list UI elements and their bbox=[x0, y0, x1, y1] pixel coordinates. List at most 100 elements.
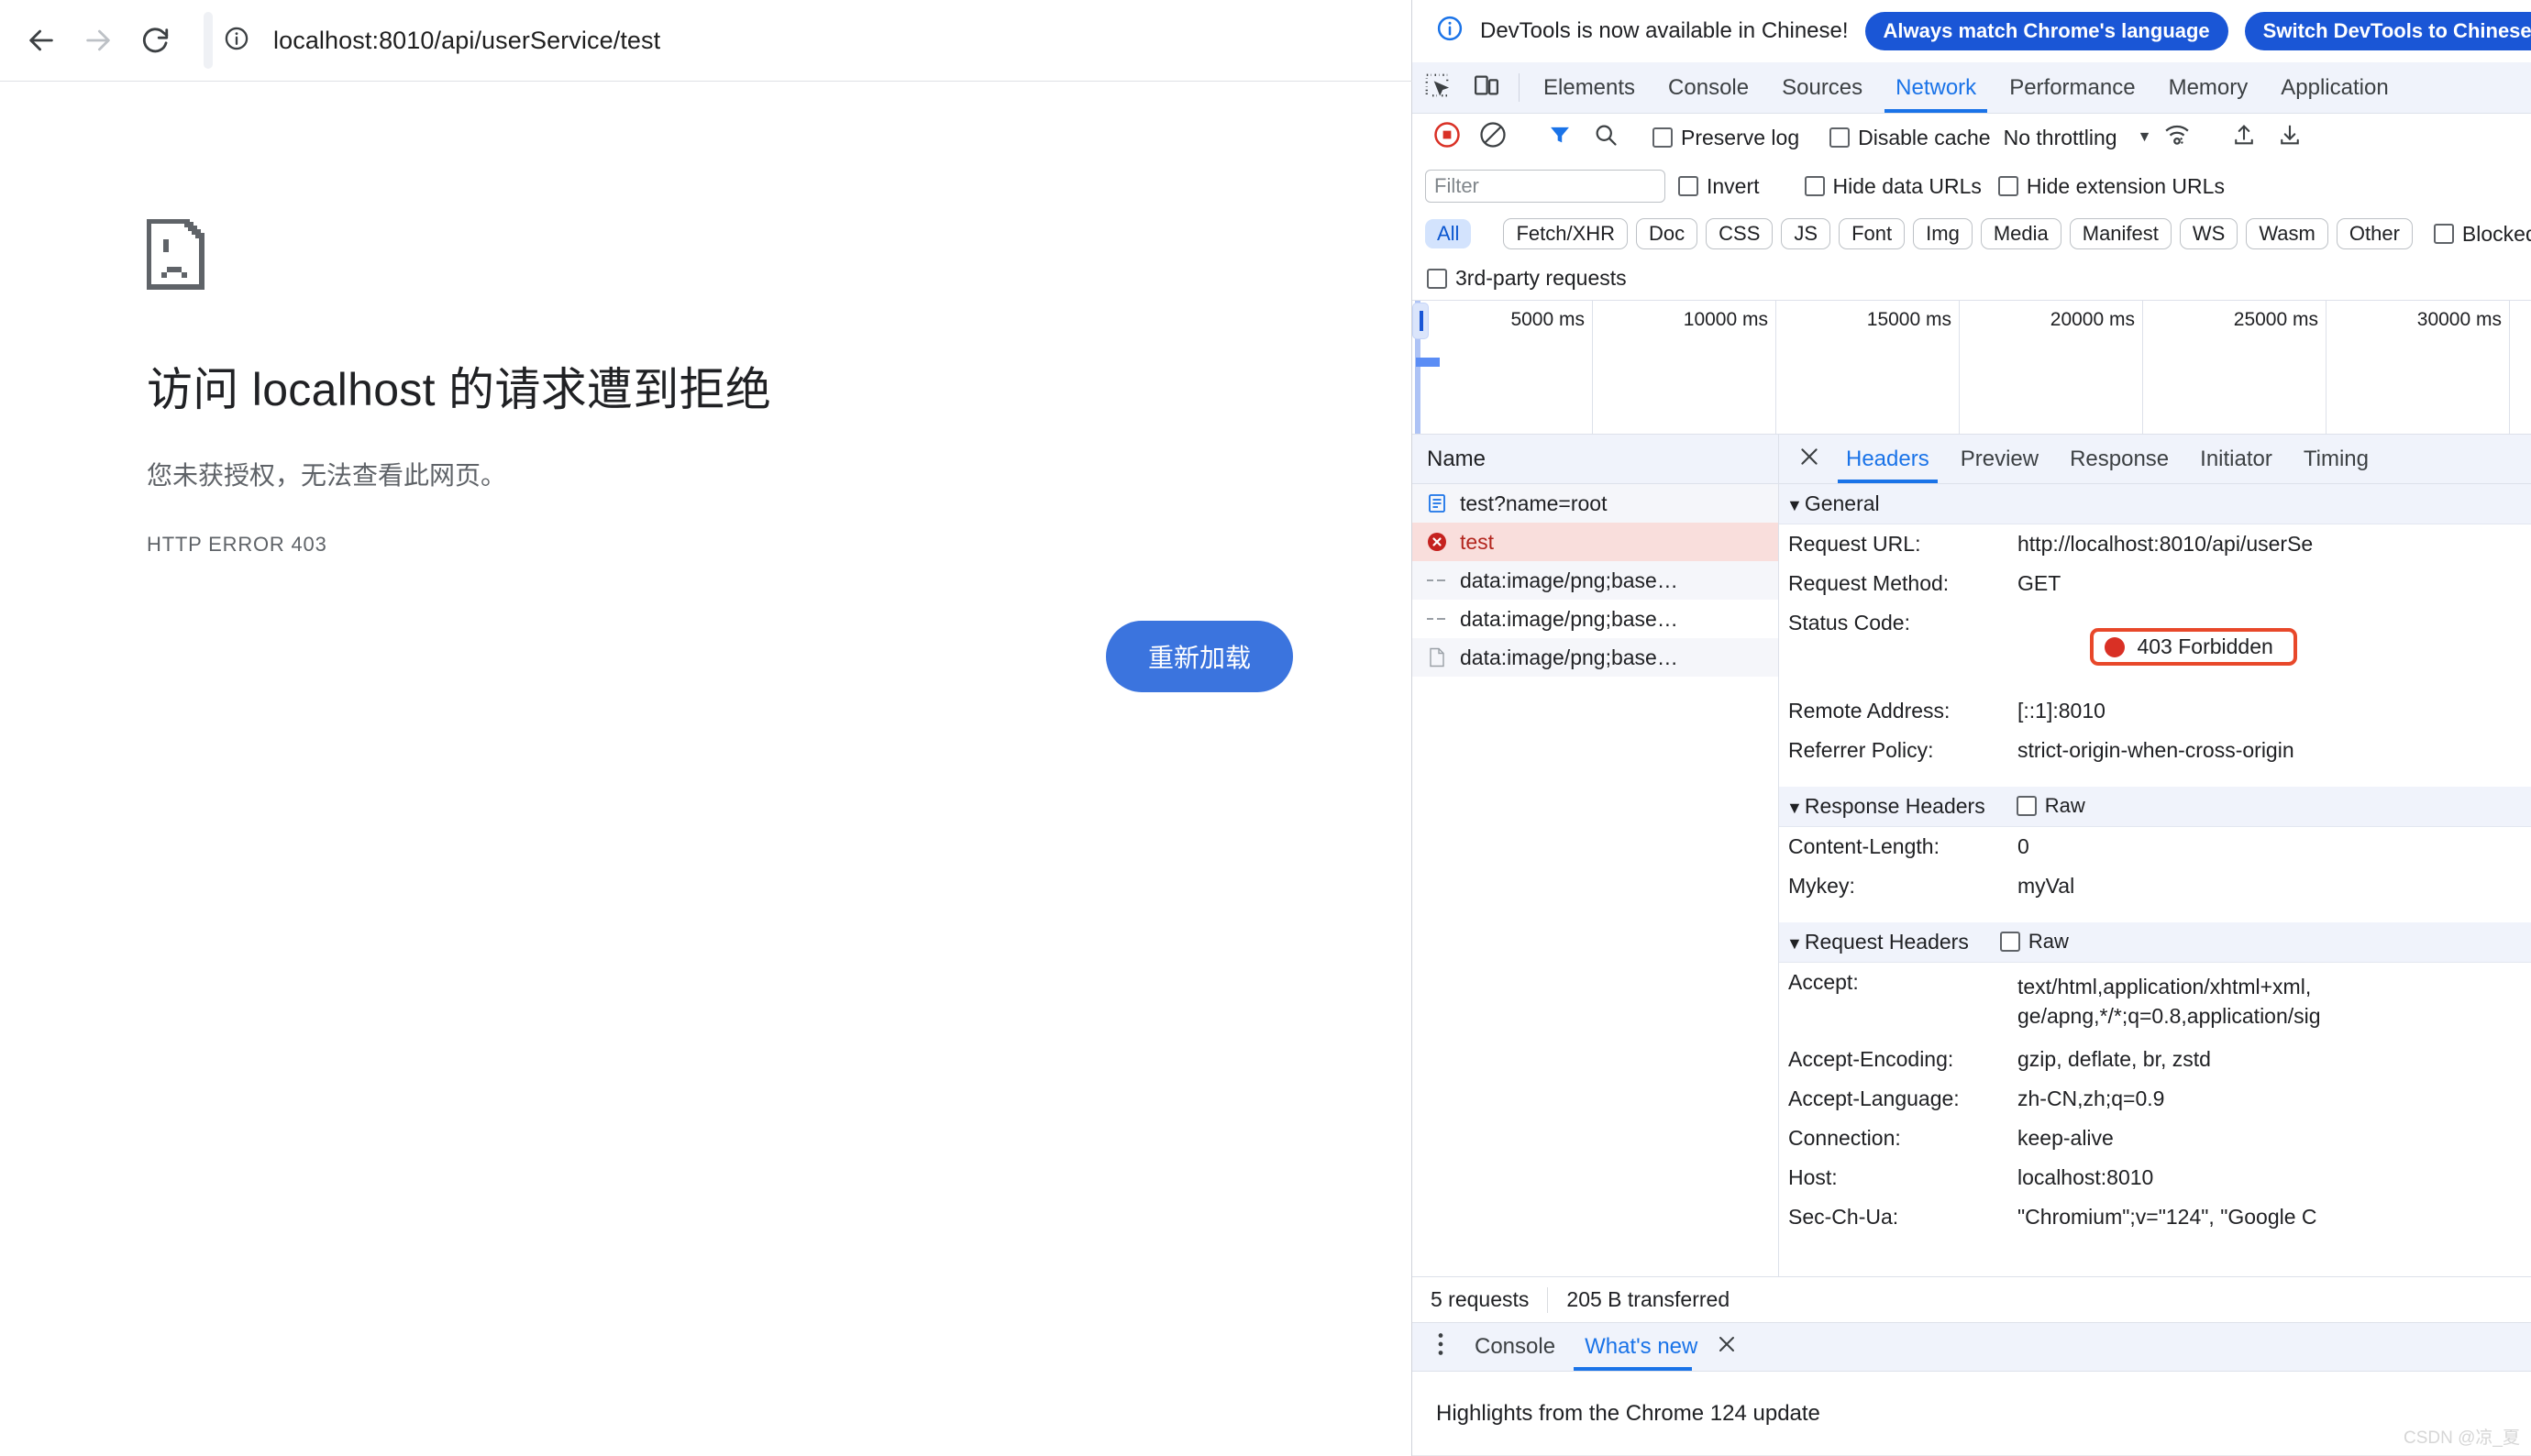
hide-data-urls-checkbox[interactable]: Hide data URLs bbox=[1804, 174, 1982, 199]
search-icon bbox=[1593, 122, 1619, 153]
raw-toggle-request[interactable]: Raw bbox=[1999, 930, 2069, 954]
type-filter-ws[interactable]: WS bbox=[2179, 218, 2238, 249]
header-row: Remote Address: [::1]:8010 bbox=[1779, 691, 2531, 731]
type-filter-media[interactable]: Media bbox=[1980, 218, 2061, 249]
raw-toggle-response[interactable]: Raw bbox=[2016, 794, 2085, 818]
section-header-response-headers[interactable]: ▼Response Headers Raw bbox=[1779, 786, 2531, 827]
detail-tab-preview[interactable]: Preview bbox=[1945, 435, 2054, 483]
search-button[interactable] bbox=[1586, 117, 1626, 158]
tab-elements[interactable]: Elements bbox=[1527, 62, 1652, 113]
more-options-button[interactable] bbox=[1421, 1323, 1460, 1371]
tab-sources[interactable]: Sources bbox=[1765, 62, 1879, 113]
network-toolbar: Preserve log Disable cache No throttling… bbox=[1412, 114, 2531, 161]
section-title: Response Headers bbox=[1804, 793, 1985, 818]
triangle-down-icon: ▼ bbox=[1786, 798, 1803, 817]
header-key: Request Method: bbox=[1788, 571, 1950, 595]
section-header-general[interactable]: ▼General bbox=[1779, 484, 2531, 524]
dash-icon bbox=[1425, 607, 1449, 631]
type-filter-font[interactable]: Font bbox=[1839, 218, 1906, 249]
table-row[interactable]: test?name=root bbox=[1412, 484, 1778, 523]
address-bar[interactable]: localhost:8010/api/userService/test bbox=[204, 12, 660, 69]
tab-console[interactable]: Console bbox=[1652, 62, 1765, 113]
inspect-element-icon bbox=[1423, 72, 1451, 105]
always-match-language-button[interactable]: Always match Chrome's language bbox=[1864, 12, 2228, 50]
header-row: Sec-Ch-Ua: "Chromium";v="124", "Google C bbox=[1779, 1197, 2531, 1237]
device-toolbar-icon bbox=[1473, 72, 1500, 105]
type-filter-img[interactable]: Img bbox=[1913, 218, 1973, 249]
more-options-icon bbox=[1431, 1332, 1451, 1362]
checkbox-box bbox=[2433, 224, 2454, 244]
drawer-tab-whats-new[interactable]: What's new bbox=[1570, 1323, 1712, 1371]
type-filter-wasm[interactable]: Wasm bbox=[2246, 218, 2328, 249]
detail-tab-response[interactable]: Response bbox=[2054, 435, 2184, 483]
header-value: strict-origin-when-cross-origin bbox=[2017, 737, 2294, 762]
request-detail-pane: Headers Preview Response Initiator Timin… bbox=[1779, 435, 2531, 1276]
tab-performance[interactable]: Performance bbox=[1993, 62, 2151, 113]
record-button[interactable] bbox=[1427, 117, 1467, 158]
chevron-down-icon[interactable]: ▼ bbox=[2138, 129, 2152, 146]
header-key: Status Code: bbox=[1788, 611, 1910, 634]
table-row[interactable]: test bbox=[1412, 523, 1778, 561]
tabbar-divider bbox=[1519, 73, 1520, 102]
raw-label: Raw bbox=[2044, 794, 2085, 817]
header-key: Remote Address: bbox=[1788, 698, 1951, 722]
whats-new-content: Highlights from the Chrome 124 update bbox=[1412, 1372, 2531, 1456]
network-conditions-button[interactable] bbox=[2157, 117, 2197, 158]
tab-memory[interactable]: Memory bbox=[2152, 62, 2265, 113]
network-overview-timeline[interactable]: 5000 ms 10000 ms 15000 ms 20000 ms 25000… bbox=[1412, 301, 2531, 435]
hide-extension-urls-checkbox[interactable]: Hide extension URLs bbox=[1997, 173, 2225, 199]
column-header-name[interactable]: Name bbox=[1412, 435, 1778, 484]
table-row[interactable]: data:image/png;base… bbox=[1412, 638, 1778, 677]
transferred-size: 205 B transferred bbox=[1566, 1287, 1730, 1311]
switch-devtools-to-chinese-button[interactable]: Switch DevTools to Chinese bbox=[2244, 12, 2531, 50]
type-filter-manifest[interactable]: Manifest bbox=[2069, 218, 2172, 249]
filter-button[interactable] bbox=[1540, 117, 1580, 158]
preserve-log-checkbox[interactable]: Preserve log bbox=[1652, 126, 1799, 150]
detail-tab-initiator[interactable]: Initiator bbox=[2184, 435, 2288, 483]
table-row[interactable]: data:image/png;base… bbox=[1412, 600, 1778, 638]
overview-drag-handle[interactable] bbox=[1412, 303, 1429, 339]
reload-button[interactable] bbox=[127, 12, 183, 69]
tab-application[interactable]: Application bbox=[2264, 62, 2404, 113]
detail-tab-timing[interactable]: Timing bbox=[2288, 435, 2384, 483]
error-title: 访问 localhost 的请求遭到拒绝 bbox=[147, 364, 772, 415]
clear-icon bbox=[1479, 121, 1507, 154]
drawer-tab-console[interactable]: Console bbox=[1460, 1323, 1570, 1371]
header-key: Mykey: bbox=[1788, 873, 1855, 898]
hide-extension-urls-label: Hide extension URLs bbox=[2026, 173, 2225, 198]
table-row[interactable]: data:image/png;base… bbox=[1412, 561, 1778, 600]
device-toolbar-button[interactable] bbox=[1462, 62, 1511, 113]
filter-input[interactable] bbox=[1425, 170, 1665, 203]
blocked-responses-checkbox[interactable]: Blocked r bbox=[2433, 222, 2531, 247]
clear-button[interactable] bbox=[1473, 117, 1513, 158]
inspect-element-button[interactable] bbox=[1412, 62, 1462, 113]
header-key: Referrer Policy: bbox=[1788, 737, 1934, 762]
throttling-select[interactable]: No throttling bbox=[2004, 126, 2117, 150]
close-icon bbox=[1797, 445, 1821, 474]
section-header-request-headers[interactable]: ▼Request Headers Raw bbox=[1779, 921, 2531, 963]
type-filter-all[interactable]: All bbox=[1425, 219, 1472, 248]
header-key: Accept-Encoding: bbox=[1788, 1046, 1954, 1071]
import-har-button[interactable] bbox=[2224, 117, 2264, 158]
site-info-button[interactable] bbox=[213, 17, 260, 64]
drawer-close-button[interactable] bbox=[1712, 1323, 1738, 1371]
third-party-requests-checkbox[interactable]: 3rd-party requests bbox=[1427, 266, 1627, 291]
type-filter-css[interactable]: CSS bbox=[1706, 218, 1774, 249]
arrow-right-icon bbox=[83, 25, 114, 56]
invert-checkbox[interactable]: Invert bbox=[1678, 174, 1760, 199]
type-filter-js[interactable]: JS bbox=[1781, 218, 1831, 249]
close-detail-button[interactable] bbox=[1788, 435, 1830, 483]
info-circle-icon bbox=[224, 26, 249, 56]
forward-button[interactable] bbox=[70, 12, 127, 69]
type-filter-other[interactable]: Other bbox=[2336, 218, 2413, 249]
type-filter-doc[interactable]: Doc bbox=[1636, 218, 1698, 249]
address-bar-url: localhost:8010/api/userService/test bbox=[273, 26, 661, 54]
type-filter-fetch-xhr[interactable]: Fetch/XHR bbox=[1503, 218, 1629, 249]
tab-network[interactable]: Network bbox=[1879, 62, 1993, 113]
export-har-button[interactable] bbox=[2270, 117, 2310, 158]
reload-page-button[interactable]: 重新加载 bbox=[1105, 621, 1293, 692]
detail-tab-headers[interactable]: Headers bbox=[1830, 435, 1945, 483]
back-button[interactable] bbox=[13, 12, 70, 69]
disable-cache-checkbox[interactable]: Disable cache bbox=[1829, 126, 1991, 150]
header-key: Host: bbox=[1788, 1164, 1838, 1189]
